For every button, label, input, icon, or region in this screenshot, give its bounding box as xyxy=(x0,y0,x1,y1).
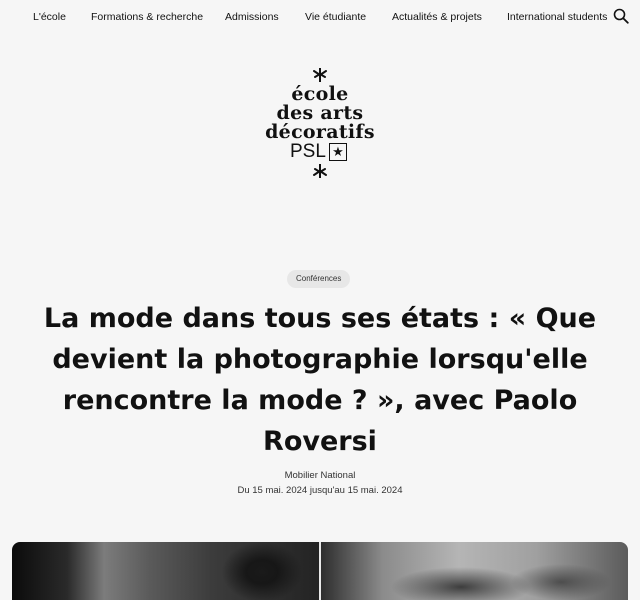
logo-line-des-arts: des arts xyxy=(276,102,364,124)
event-venue: Mobilier National xyxy=(284,470,356,481)
ornament-icon xyxy=(313,68,327,82)
star-icon: ★ xyxy=(328,143,347,161)
page: L'école Formations & recherche Admission… xyxy=(0,0,640,600)
category-badge[interactable]: Conférences xyxy=(287,270,351,288)
top-navigation: L'école Formations & recherche Admission… xyxy=(0,0,640,34)
nav-item-formations-recherche[interactable]: Formations & recherche xyxy=(91,10,203,24)
event-dates: Du 15 mai. 2024 jusqu'au 15 mai. 2024 xyxy=(237,485,403,496)
nav-item-ecole[interactable]: L'école xyxy=(33,10,66,24)
ornament-icon xyxy=(313,164,327,178)
psl-label: PSL xyxy=(290,141,326,162)
nav-item-admissions[interactable]: Admissions xyxy=(225,10,279,24)
logo-line-ecole: école xyxy=(291,83,349,105)
nav-item-actualites-projets[interactable]: Actualités & projets xyxy=(392,10,482,24)
event-title: La mode dans tous ses états : « Que devi… xyxy=(43,303,597,457)
logo-psl: PSL ★ xyxy=(290,142,347,162)
hero-photo-right xyxy=(321,542,628,600)
hero-images xyxy=(12,542,628,600)
nav-item-international-students[interactable]: International students xyxy=(507,10,607,24)
school-logo[interactable]: école des arts décoratifs PSL ★ xyxy=(250,66,390,184)
nav-item-vie-etudiante[interactable]: Vie étudiante xyxy=(305,10,366,24)
hero-photo-left xyxy=(12,542,319,600)
logo-line-decoratifs: décoratifs xyxy=(265,121,375,143)
search-icon[interactable] xyxy=(613,8,629,24)
